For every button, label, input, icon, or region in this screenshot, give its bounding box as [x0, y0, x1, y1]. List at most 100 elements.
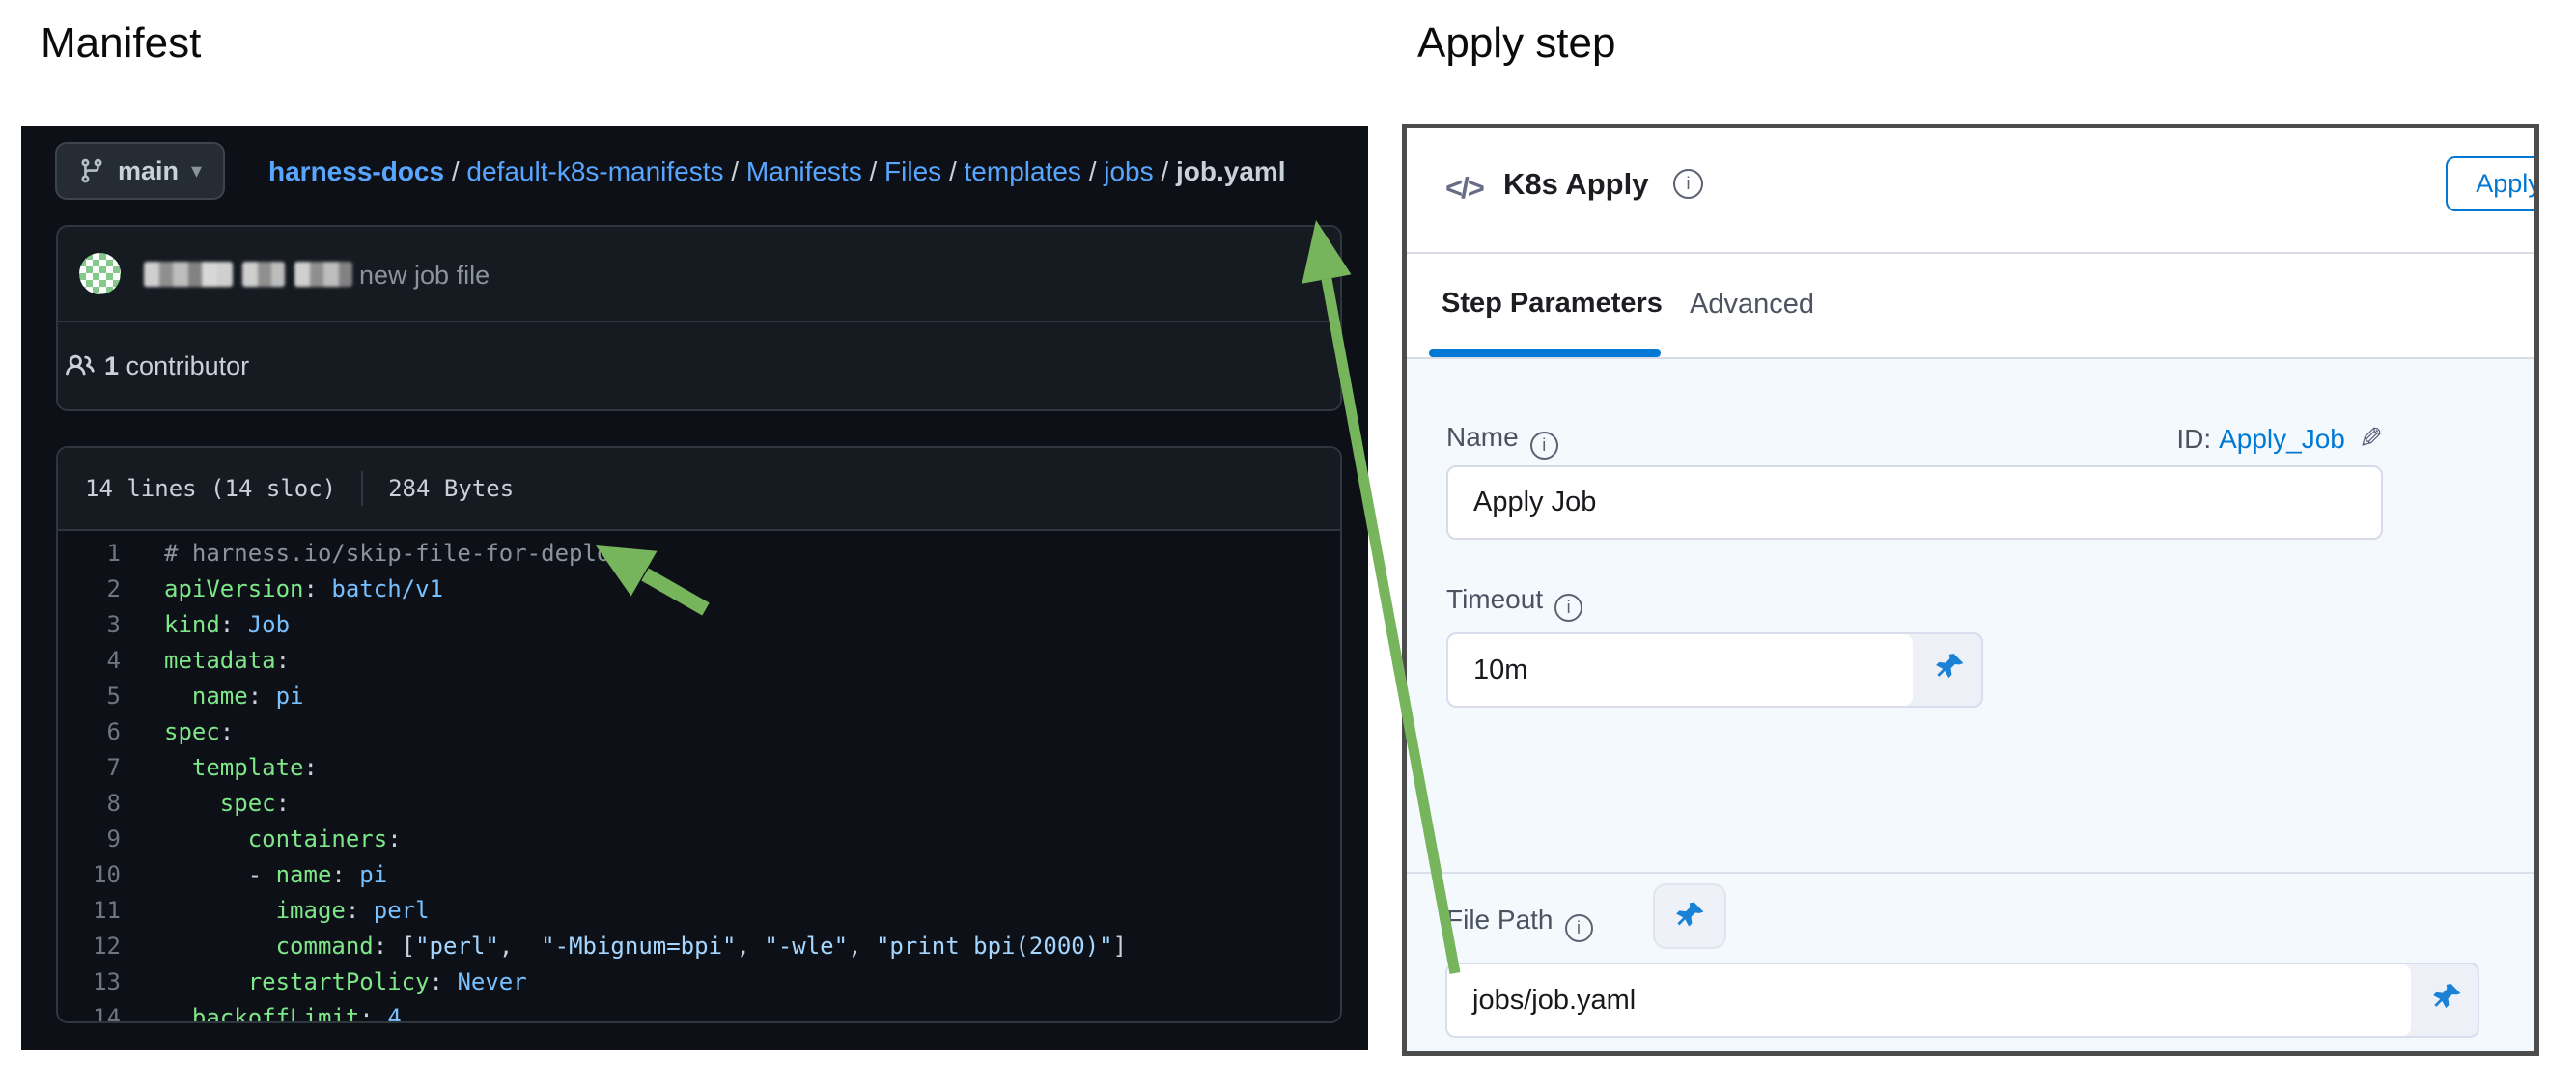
info-circle-icon[interactable] — [1565, 914, 1593, 942]
code-token: "-wle" — [764, 933, 848, 960]
chevron-down-icon: ▾ — [191, 160, 202, 182]
code-token: perl — [359, 897, 429, 924]
code-token: backoffLimit — [164, 1004, 359, 1023]
info-circle-icon[interactable] — [1554, 594, 1582, 622]
line-number[interactable]: 12 — [58, 929, 121, 964]
commit-row: new job file — [58, 227, 1340, 321]
code-token: restartPolicy — [164, 968, 430, 995]
code-token: : — [346, 897, 359, 924]
code-token: , — [736, 933, 764, 960]
tab-advanced[interactable]: Advanced — [1690, 289, 1814, 321]
code-line: 2apiVersion: batch/v1 — [58, 572, 1340, 607]
code-token: , — [499, 933, 541, 960]
breadcrumb-repo-link[interactable]: harness-docs — [268, 156, 444, 186]
line-number[interactable]: 7 — [58, 750, 121, 786]
code-token: : — [276, 790, 290, 817]
breadcrumb-separator: / — [941, 156, 964, 186]
right-section-title: Apply step — [1417, 19, 1615, 68]
breadcrumb-current-file: job.yaml — [1176, 156, 1286, 186]
code-token: spec — [164, 718, 220, 745]
code-token: Job — [234, 611, 290, 638]
timeout-input-group: 10m — [1446, 632, 1983, 708]
code-line: 4 metadata: — [58, 643, 1340, 679]
breadcrumb-link[interactable]: jobs — [1104, 156, 1153, 186]
info-circle-icon[interactable] — [1530, 432, 1558, 460]
file-info-bar: 14 lines (14 sloc) 284 Bytes — [58, 448, 1340, 531]
name-input[interactable]: Apply Job — [1446, 465, 2383, 540]
code-token: "-Mbignum=bpi" — [541, 933, 736, 960]
commit-message[interactable]: new job file — [359, 261, 490, 291]
left-section-title: Manifest — [41, 19, 201, 68]
name-input-value: Apply Job — [1473, 487, 1596, 518]
timeout-field-label: Timeout — [1446, 584, 1582, 622]
code-token: command — [164, 933, 374, 960]
file-path-input[interactable]: jobs/job.yaml — [1447, 964, 2411, 1036]
code-line: 3kind: Job — [58, 607, 1340, 643]
line-number[interactable]: 6 — [58, 714, 121, 750]
code-token: name — [164, 683, 248, 710]
code-line: 12 command: ["perl", "-Mbignum=bpi", "-w… — [58, 929, 1340, 964]
breadcrumb-link[interactable]: default-k8s-manifests — [466, 156, 723, 186]
branch-name: main — [118, 156, 179, 186]
apply-changes-button[interactable]: Apply — [2446, 156, 2539, 211]
code-token: : — [248, 683, 262, 710]
code-token: image — [164, 897, 346, 924]
breadcrumb-separator: / — [1154, 156, 1176, 186]
code-line: 6 spec: — [58, 714, 1340, 750]
tab-step-parameters[interactable]: Step Parameters — [1442, 288, 1663, 320]
line-number[interactable]: 14 — [58, 1000, 121, 1023]
line-number[interactable]: 8 — [58, 786, 121, 822]
breadcrumb-link[interactable]: Manifests — [746, 156, 862, 186]
avatar[interactable] — [79, 253, 121, 294]
line-number[interactable]: 5 — [58, 679, 121, 714]
code-line: 1# harness.io/skip-file-for-deploy — [58, 536, 1340, 572]
code-token: pi — [262, 683, 303, 710]
contributors-row[interactable]: 1 contributor — [58, 322, 1340, 409]
pushpin-icon[interactable] — [1933, 652, 1966, 689]
code-line: 10 - name: pi — [58, 857, 1340, 893]
timeout-input[interactable]: 10m — [1448, 634, 1913, 706]
screenshot-root: Manifest Apply step main ▾ harness-docs … — [0, 0, 2576, 1089]
code-token: metadata — [164, 647, 276, 674]
code-lines: 1# harness.io/skip-file-for-deploy2apiVe… — [58, 536, 1340, 1021]
redacted-username — [294, 262, 352, 287]
step-info-icon[interactable] — [1673, 169, 1703, 199]
code-line: 14 backoffLimit: 4 — [58, 1000, 1340, 1023]
code-token: "perl" — [415, 933, 499, 960]
code-token: ] — [1113, 933, 1127, 960]
redacted-username — [242, 262, 285, 287]
code-token: : — [220, 718, 234, 745]
pushpin-icon[interactable] — [2430, 982, 2463, 1019]
code-token: : — [276, 647, 290, 674]
breadcrumb-link[interactable]: Files — [884, 156, 941, 186]
line-number[interactable]: 11 — [58, 893, 121, 929]
branch-selector-button[interactable]: main ▾ — [55, 142, 225, 200]
code-token: name — [276, 861, 332, 888]
line-number[interactable]: 13 — [58, 964, 121, 1000]
divider — [1407, 252, 2534, 254]
active-tab-indicator — [1429, 349, 1661, 357]
code-line: 8 spec: — [58, 786, 1340, 822]
line-number[interactable]: 2 — [58, 572, 121, 607]
line-number[interactable]: 1 — [58, 536, 121, 572]
line-number[interactable]: 9 — [58, 822, 121, 857]
file-path-pin-button[interactable] — [1653, 883, 1726, 949]
file-path-field-label: File Path — [1446, 905, 1593, 942]
breadcrumb: harness-docs / default-k8s-manifests / M… — [268, 154, 1286, 189]
people-icon — [66, 351, 95, 380]
breadcrumb-link[interactable]: templates — [965, 156, 1081, 186]
code-token: 4 — [374, 1004, 402, 1023]
line-number[interactable]: 3 — [58, 607, 121, 643]
edit-pencil-icon[interactable]: ✎ — [2359, 422, 2383, 456]
line-number[interactable]: 4 — [58, 643, 121, 679]
code-token: : — [220, 611, 234, 638]
step-id-link[interactable]: Apply_Job — [2219, 424, 2345, 455]
code-line: 9 containers: — [58, 822, 1340, 857]
code-token: template — [164, 754, 304, 781]
divider — [1407, 872, 2534, 874]
contributors-text: 1 contributor — [104, 351, 249, 381]
harness-step-panel: </> K8s Apply Apply Step Parameters Adva… — [1402, 124, 2539, 1056]
code-step-icon: </> — [1445, 171, 1483, 206]
line-number[interactable]: 10 — [58, 857, 121, 893]
pushpin-icon — [1673, 900, 1706, 933]
